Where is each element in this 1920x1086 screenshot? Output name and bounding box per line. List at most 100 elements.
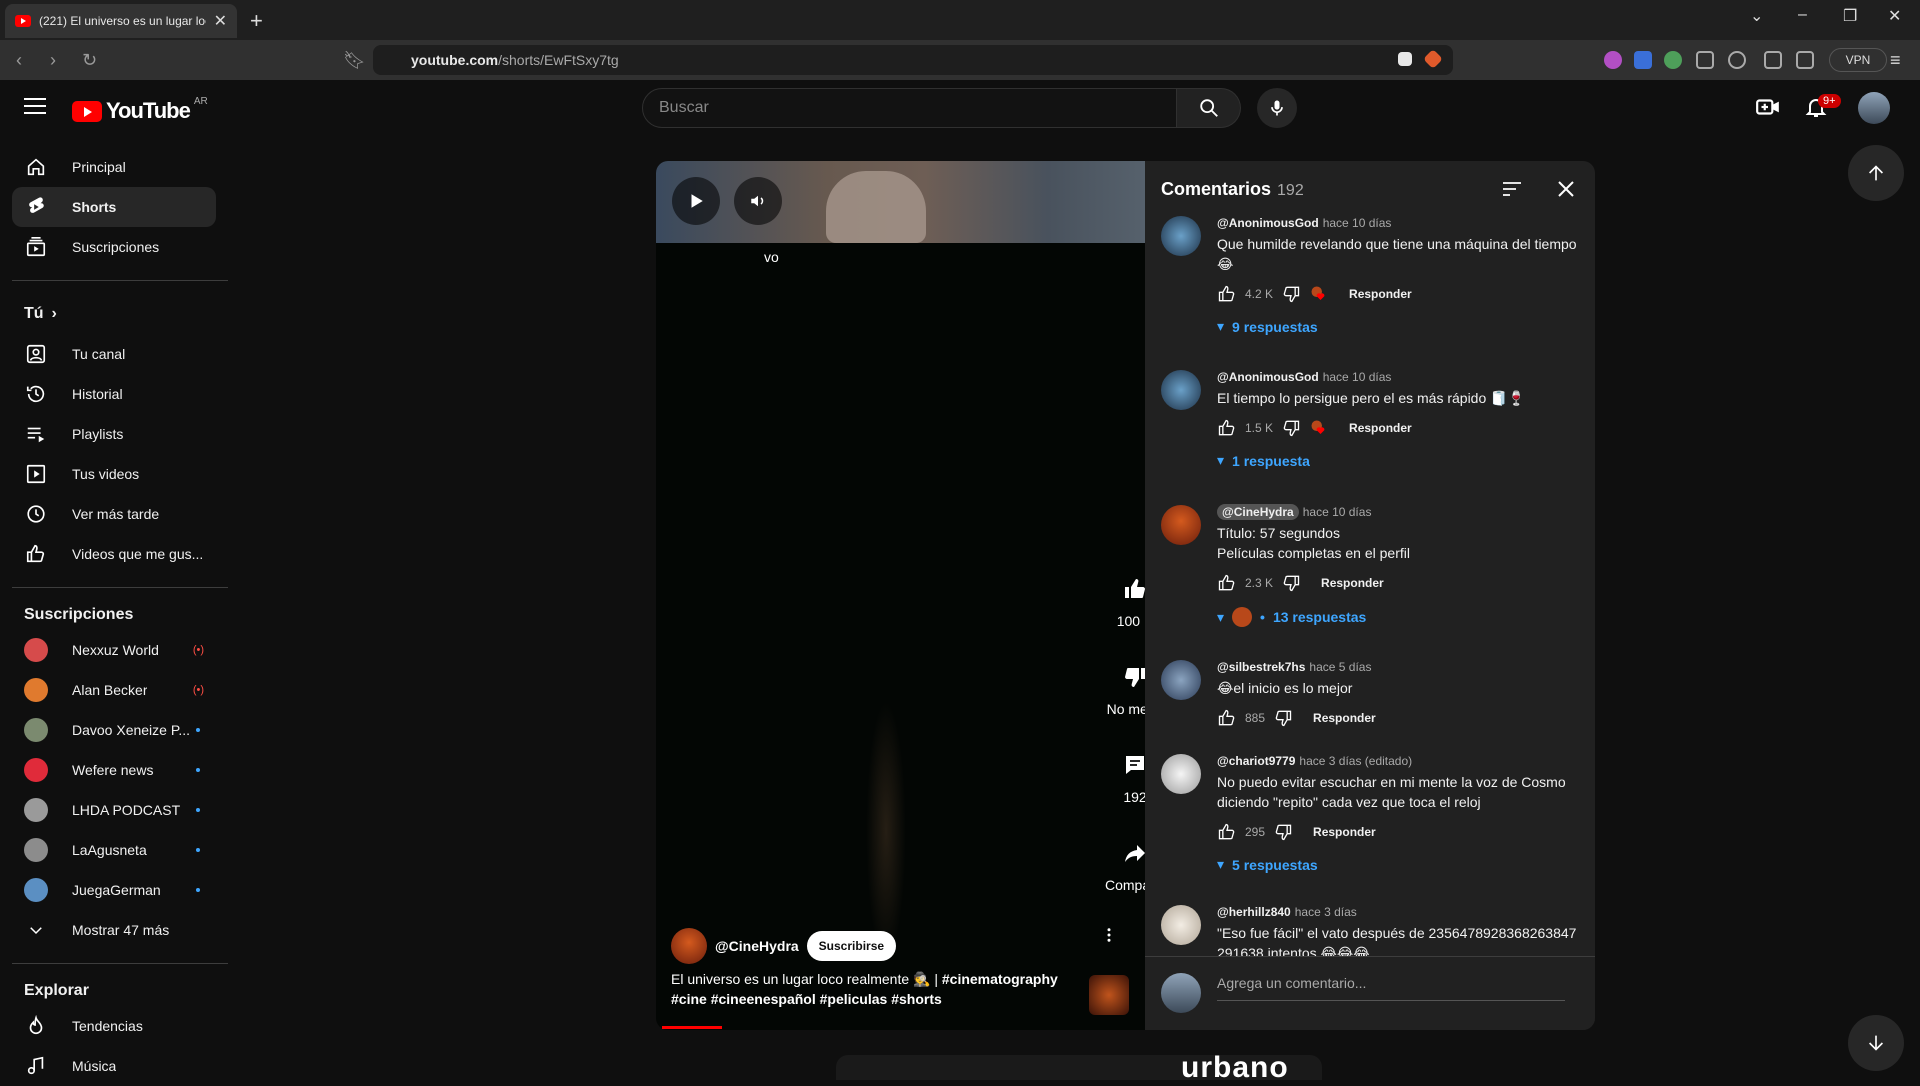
channel-avatar[interactable] bbox=[671, 928, 707, 964]
sidebar-item-historial[interactable]: Historial bbox=[12, 374, 216, 414]
vpn-button[interactable]: VPN bbox=[1829, 48, 1887, 72]
guide-menu-icon[interactable] bbox=[24, 98, 46, 119]
comment-time[interactable]: hace 10 días bbox=[1323, 216, 1392, 230]
like-comment-icon[interactable] bbox=[1217, 418, 1237, 438]
comment-author[interactable]: @herhillz840 bbox=[1217, 905, 1291, 919]
dislike-comment-icon[interactable] bbox=[1273, 822, 1293, 842]
sidebar-sub-laagusneta[interactable]: LaAgusneta bbox=[12, 830, 216, 870]
like-comment-icon[interactable] bbox=[1217, 822, 1237, 842]
search-button[interactable] bbox=[1177, 88, 1241, 128]
reply-button[interactable]: Responder bbox=[1321, 576, 1384, 590]
mute-button[interactable] bbox=[734, 177, 782, 225]
play-button[interactable] bbox=[672, 177, 720, 225]
extension-icon-1[interactable] bbox=[1604, 51, 1622, 69]
close-comments-button[interactable] bbox=[1554, 177, 1578, 201]
youtube-logo[interactable]: YouTube AR bbox=[72, 96, 208, 124]
previous-short-button[interactable] bbox=[1848, 145, 1904, 201]
sidebar-item-musica[interactable]: Música bbox=[12, 1046, 216, 1086]
like-comment-icon[interactable] bbox=[1217, 284, 1237, 304]
next-short-button[interactable] bbox=[1848, 1015, 1904, 1071]
sidebar-item-tus-videos[interactable]: Tus videos bbox=[12, 454, 216, 494]
sidebar-item-liked-videos[interactable]: Videos que me gus... bbox=[12, 534, 216, 574]
comment-avatar[interactable] bbox=[1161, 660, 1201, 700]
voice-search-button[interactable] bbox=[1257, 88, 1297, 128]
comment-time[interactable]: hace 10 días bbox=[1303, 505, 1372, 519]
reload-icon[interactable]: ↻ bbox=[82, 50, 97, 71]
back-icon[interactable]: ‹ bbox=[16, 50, 22, 71]
comment-avatar[interactable] bbox=[1161, 505, 1201, 545]
media-icon[interactable] bbox=[1728, 51, 1746, 69]
extensions-puzzle-icon[interactable] bbox=[1696, 51, 1714, 69]
view-replies-button[interactable]: ▾ • 13 respuestas bbox=[1217, 607, 1577, 627]
dislike-comment-icon[interactable] bbox=[1281, 284, 1301, 304]
comment-author[interactable]: @silbestrek7hs bbox=[1217, 660, 1305, 674]
bookmark-icon[interactable]: 🔖︎ bbox=[343, 50, 366, 71]
more-options-icon[interactable] bbox=[1100, 926, 1118, 944]
close-window-button[interactable]: ✕ bbox=[1888, 6, 1901, 26]
search-input[interactable]: Buscar bbox=[642, 88, 1177, 128]
sidebar-item-suscripciones[interactable]: Suscripciones bbox=[12, 227, 216, 267]
restore-button[interactable]: ❐ bbox=[1843, 6, 1857, 26]
comment-time[interactable]: hace 10 días bbox=[1323, 370, 1392, 384]
sidebar-item-tu-canal[interactable]: Tu canal bbox=[12, 334, 216, 374]
tab-search-icon[interactable]: ⌄ bbox=[1750, 6, 1763, 26]
sidebar-toggle-icon[interactable] bbox=[1764, 51, 1782, 69]
dislike-comment-icon[interactable] bbox=[1273, 708, 1293, 728]
forward-icon[interactable]: › bbox=[50, 50, 56, 71]
url-bar[interactable]: youtube.com/shorts/EwFtSxy7tg bbox=[373, 45, 1453, 75]
new-tab-button[interactable]: + bbox=[250, 8, 263, 34]
close-tab-icon[interactable]: ✕ bbox=[214, 11, 227, 31]
brave-shields-icon[interactable] bbox=[1398, 52, 1412, 66]
comment-avatar[interactable] bbox=[1161, 754, 1201, 794]
view-replies-button[interactable]: ▾ 9 respuestas bbox=[1217, 318, 1577, 335]
like-comment-icon[interactable] bbox=[1217, 708, 1237, 728]
sidebar-sub-juegagerman[interactable]: JuegaGerman bbox=[12, 870, 216, 910]
reply-button[interactable]: Responder bbox=[1313, 825, 1376, 839]
sort-comments-button[interactable] bbox=[1500, 177, 1524, 201]
channel-name[interactable]: @CineHydra bbox=[715, 938, 799, 954]
view-replies-button[interactable]: ▾ 1 respuesta bbox=[1217, 452, 1577, 469]
add-comment-input[interactable]: Agrega un comentario... bbox=[1217, 975, 1565, 1001]
shorts-player[interactable]: vo bbox=[656, 161, 1145, 1030]
comment-time[interactable]: hace 5 días bbox=[1309, 660, 1371, 674]
comment-author-owner[interactable]: @CineHydra bbox=[1217, 504, 1299, 520]
comment-avatar[interactable] bbox=[1161, 905, 1201, 945]
sidebar-sub-nexxuz-world[interactable]: Nexxuz World (•) bbox=[12, 630, 216, 670]
extension-icon-3[interactable] bbox=[1664, 51, 1682, 69]
like-comment-icon[interactable] bbox=[1217, 573, 1237, 593]
sound-thumbnail[interactable] bbox=[1089, 975, 1129, 1015]
account-avatar[interactable] bbox=[1858, 92, 1890, 124]
sidebar-sub-lhda-podcast[interactable]: LHDA PODCAST bbox=[12, 790, 216, 830]
translate-extension-icon[interactable] bbox=[1634, 51, 1652, 69]
dislike-comment-icon[interactable] bbox=[1281, 418, 1301, 438]
sidebar-item-shorts[interactable]: Shorts bbox=[12, 187, 216, 227]
comment-author[interactable]: @chariot9779 bbox=[1217, 754, 1295, 768]
sidebar-sub-wefere-news[interactable]: Wefere news bbox=[12, 750, 216, 790]
sidebar-sub-alan-becker[interactable]: Alan Becker (•) bbox=[12, 670, 216, 710]
sidebar-item-ver-mas-tarde[interactable]: Ver más tarde bbox=[12, 494, 216, 534]
browser-tab[interactable]: (221) El universo es un lugar loco ✕ bbox=[5, 4, 237, 38]
video-progress-bar[interactable] bbox=[662, 1026, 722, 1029]
description-hashtag[interactable]: #cinematography bbox=[942, 971, 1058, 987]
reply-button[interactable]: Responder bbox=[1349, 287, 1412, 301]
reply-button[interactable]: Responder bbox=[1349, 421, 1412, 435]
comment-author[interactable]: @AnonimousGod bbox=[1217, 370, 1319, 384]
browser-menu-icon[interactable]: ≡ bbox=[1890, 50, 1901, 71]
sidebar-show-more[interactable]: Mostrar 47 más bbox=[12, 910, 216, 950]
subscribe-button[interactable]: Suscribirse bbox=[806, 931, 897, 961]
sidebar-you-header[interactable]: Tú › bbox=[12, 294, 216, 334]
comment-avatar[interactable] bbox=[1161, 216, 1201, 256]
comment-time[interactable]: hace 3 días (editado) bbox=[1299, 754, 1412, 768]
sidebar-item-principal[interactable]: Principal bbox=[12, 147, 216, 187]
description-hashtags[interactable]: #cine #cineenespañol #peliculas #shorts bbox=[671, 991, 942, 1007]
view-replies-button[interactable]: ▾ 5 respuestas bbox=[1217, 856, 1577, 873]
comment-author[interactable]: @AnonimousGod bbox=[1217, 216, 1319, 230]
create-button[interactable] bbox=[1755, 94, 1781, 120]
comment-avatar[interactable] bbox=[1161, 370, 1201, 410]
wallet-icon[interactable] bbox=[1796, 51, 1814, 69]
reply-button[interactable]: Responder bbox=[1313, 711, 1376, 725]
minimize-button[interactable]: – bbox=[1798, 6, 1807, 24]
sidebar-sub-davoo-xeneize[interactable]: Davoo Xeneize P... bbox=[12, 710, 216, 750]
sidebar-item-playlists[interactable]: Playlists bbox=[12, 414, 216, 454]
next-short-preview[interactable]: urbano bbox=[836, 1055, 1322, 1080]
